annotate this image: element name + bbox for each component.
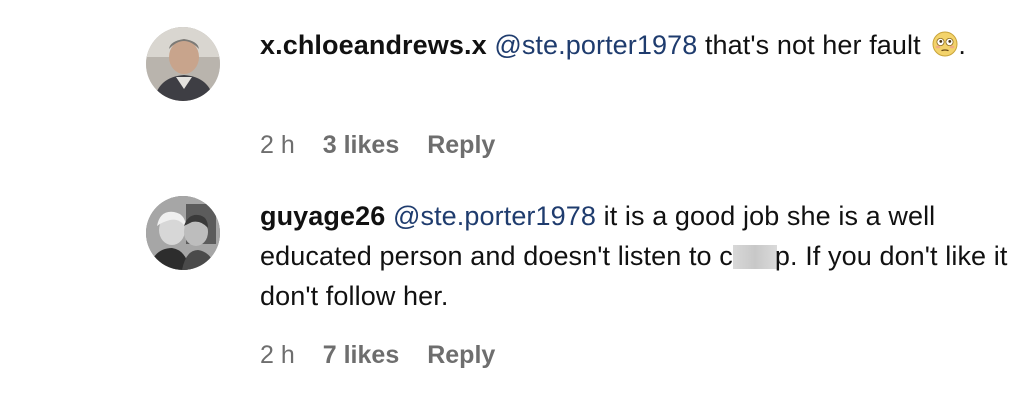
comment-likes[interactable]: 3 likes bbox=[323, 131, 399, 160]
comment-text: guyage26 @ste.porter1978 it is a good jo… bbox=[260, 196, 1016, 316]
comment-mention[interactable]: @ste.porter1978 bbox=[494, 30, 697, 60]
comment-username[interactable]: x.chloeandrews.x bbox=[260, 30, 487, 60]
reply-button[interactable]: Reply bbox=[427, 131, 495, 160]
comment-content: that's not her fault bbox=[697, 30, 921, 60]
flushed-face-emoji-icon bbox=[932, 31, 958, 57]
comment-meta: 2 h 3 likes Reply bbox=[260, 131, 495, 160]
comment-time: 2 h bbox=[260, 341, 295, 369]
comment-username[interactable]: guyage26 bbox=[260, 201, 385, 231]
comment-likes[interactable]: 7 likes bbox=[323, 341, 399, 370]
censored-word-blur bbox=[732, 245, 777, 269]
comment-body: guyage26 @ste.porter1978 it is a good jo… bbox=[260, 196, 1016, 316]
comment-body: x.chloeandrews.x @ste.porter1978 that's … bbox=[260, 25, 1016, 65]
comment-mention[interactable]: @ste.porter1978 bbox=[393, 201, 596, 231]
comment-content-end: . bbox=[958, 30, 966, 60]
comment-item: guyage26 @ste.porter1978 it is a good jo… bbox=[146, 196, 1016, 386]
comment-time: 2 h bbox=[260, 131, 295, 159]
reply-button[interactable]: Reply bbox=[427, 341, 495, 370]
avatar[interactable] bbox=[146, 196, 220, 270]
comment-meta: 2 h 7 likes Reply bbox=[260, 341, 495, 370]
comment-item: x.chloeandrews.x @ste.porter1978 that's … bbox=[146, 25, 1016, 175]
avatar[interactable] bbox=[146, 27, 220, 101]
comment-text: x.chloeandrews.x @ste.porter1978 that's … bbox=[260, 25, 1016, 65]
